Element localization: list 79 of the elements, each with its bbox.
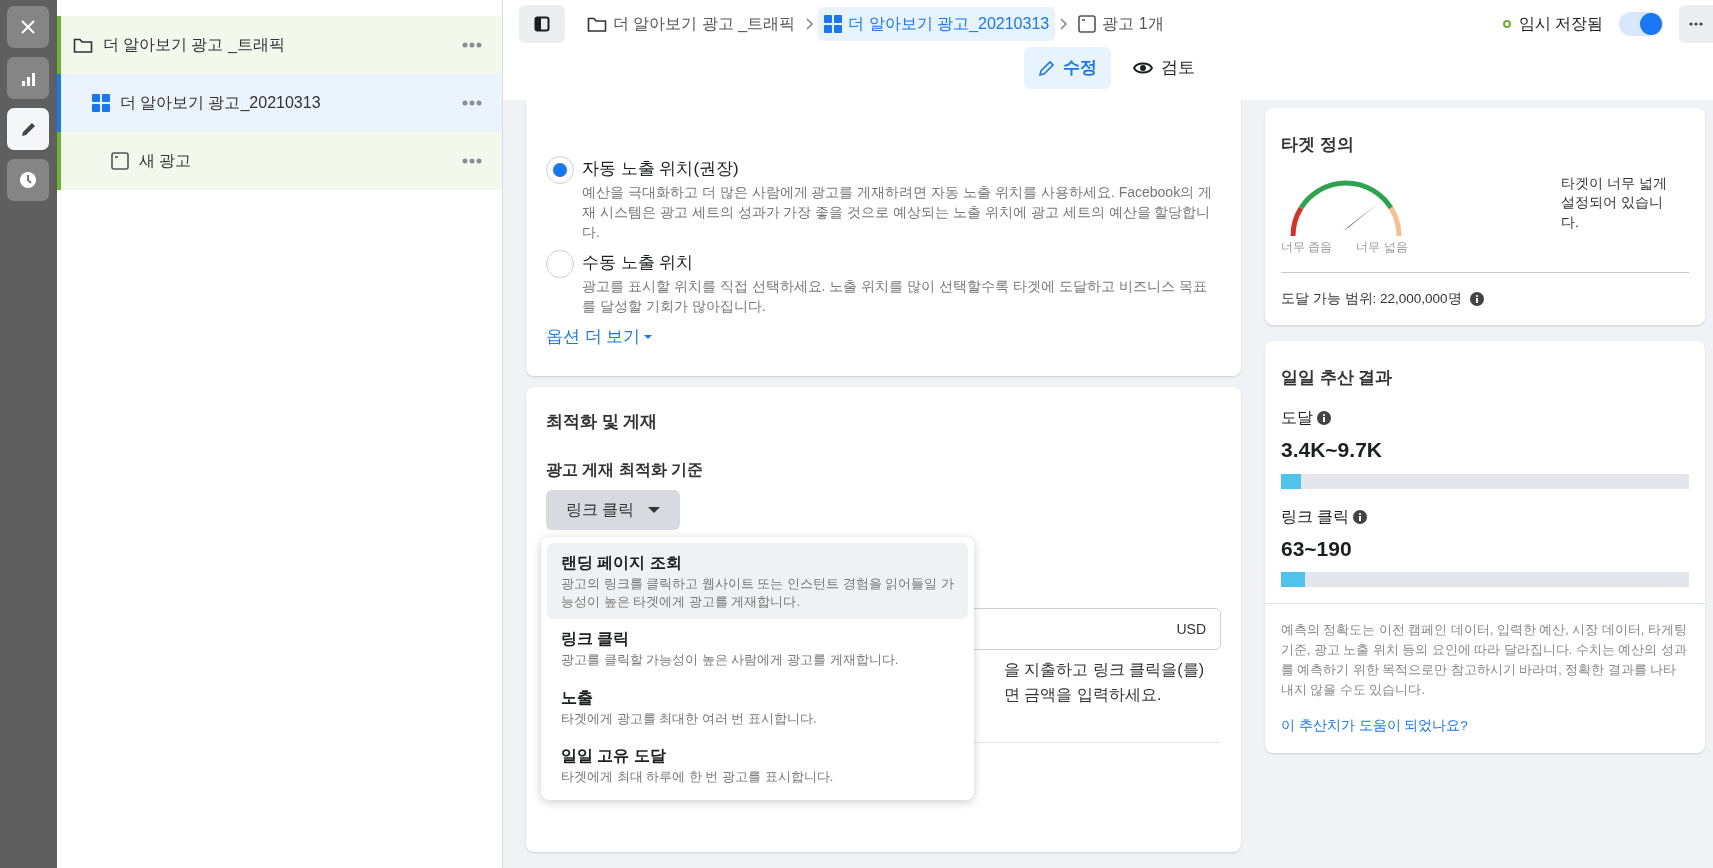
chevron-icon — [1059, 17, 1069, 31]
option-label: 자동 노출 위치(권장) — [582, 158, 740, 180]
metric-label: 도달 — [1281, 408, 1313, 429]
rail-button[interactable] — [7, 6, 50, 48]
menu-item-description: 광고의 링크를 클릭하고 웹사이트 또는 인스턴트 경험을 읽어들일 가능성이 높은 타겟에게 광고를 게재합니다. — [561, 575, 954, 612]
disclaimer-text: 예측의 정확도는 이전 캠페인 데이터, 입력한 예산, 시장 데이터, 타게팅 기준, 광고 노출 위치 등의 요인에 따라 달라집니다. 수치는 예산의 성과를 예측하기 위한 목적으로만 참고하시기 바라며, 정확한 결과를 나타내지 않을 수도 있습니다. — [1281, 622, 1688, 700]
tree-item-label: 새 광고 — [138, 151, 191, 171]
breadcrumb-link[interactable]: 광고 1개 — [1072, 7, 1170, 41]
ad-icon — [110, 152, 129, 170]
rail-button[interactable] — [7, 57, 50, 99]
folder-icon — [72, 36, 93, 54]
mode-tab[interactable]: 검토 — [1118, 47, 1209, 89]
reach-text: 도달 가능 범위: 22,000,000명 — [1281, 289, 1462, 308]
hint-text: 을 지출하고 링크 클릭을(를) — [1004, 660, 1205, 681]
info-icon — [1469, 291, 1484, 306]
sidebar-icon — [534, 16, 550, 32]
menu-item-label: 링크 클릭 — [561, 629, 631, 650]
breadcrumb-link[interactable]: 더 알아보기 광고 _트래픽 — [581, 7, 802, 41]
tree-item[interactable]: 더 알아보기 광고_20210313 — [56, 74, 502, 132]
menu-item[interactable]: 노출 타겟에게 광고를 최대한 여러 번 표시합니다. — [547, 677, 968, 736]
grid-icon — [91, 94, 110, 112]
radio-button[interactable] — [546, 250, 574, 279]
breadcrumb-link[interactable]: 더 알아보기 광고_20210313 — [818, 7, 1056, 41]
more-icon[interactable] — [462, 158, 482, 164]
chevron-icon — [805, 17, 815, 31]
card-title: 일일 추산 결과 — [1281, 366, 1394, 389]
tree-item-label: 더 알아보기 광고 _트래픽 — [102, 35, 285, 55]
info-icon — [1353, 509, 1368, 524]
sidebar-toggle-button[interactable] — [519, 5, 565, 43]
eye-icon — [1132, 60, 1153, 75]
rail-button[interactable] — [7, 159, 50, 201]
menu-item[interactable]: 링크 클릭 광고를 클릭할 가능성이 높은 사람에게 광고를 게재합니다. — [547, 619, 968, 678]
grid-icon — [824, 15, 843, 33]
caret-icon — [648, 507, 661, 514]
dropdown-button[interactable]: 링크 클릭 — [546, 490, 681, 531]
radio-button[interactable] — [546, 156, 574, 184]
hint-text: 면 금액을 입력하세요. — [1004, 685, 1163, 706]
toggle-switch[interactable] — [1619, 12, 1663, 36]
gauge-needle — [1343, 202, 1379, 231]
menu-item-label: 노출 — [561, 687, 594, 708]
mode-tab[interactable]: 수정 — [1023, 47, 1111, 89]
status-dot-icon — [1502, 20, 1511, 28]
tree-item[interactable]: 더 알아보기 광고 _트래픽 — [56, 16, 502, 74]
audience-message: 타겟이 너무 넓게 설정되어 있습니다. — [1561, 173, 1668, 232]
more-icon[interactable] — [462, 100, 482, 106]
option-label: 수동 노출 위치 — [582, 252, 695, 275]
pencil-icon — [19, 120, 37, 138]
ad-icon — [1078, 15, 1097, 33]
metric-value: 3.4K~9.7K — [1281, 437, 1383, 464]
feedback-link[interactable]: 이 추산치가 도움이 되었나요? — [1281, 716, 1468, 737]
save-status: 임시 저장됨 — [1518, 14, 1603, 34]
field-label: 광고 게재 최적화 기준 — [546, 460, 705, 481]
clock-icon — [19, 171, 38, 189]
tree-item[interactable]: 새 광고 — [56, 132, 502, 190]
menu-item-label: 일일 고유 도달 — [561, 745, 667, 766]
tree-item-label: 더 알아보기 광고_20210313 — [119, 93, 321, 113]
gauge-label: 너무 좁음 — [1281, 238, 1333, 256]
menu-item-description: 광고를 클릭할 가능성이 높은 사람에게 광고를 게재합니다. — [561, 651, 900, 670]
more-icon[interactable] — [462, 42, 482, 48]
menu-item-description: 타겟에게 광고를 최대한 여러 번 표시합니다. — [561, 709, 818, 728]
menu-item-description: 타겟에게 최대 하루에 한 번 광고를 표시합니다. — [561, 767, 835, 786]
section-title: 최적화 및 게재 — [546, 411, 659, 433]
folder-icon — [587, 15, 607, 33]
rail-button[interactable] — [7, 108, 50, 150]
menu-item[interactable]: 랜딩 페이지 조회 광고의 링크를 클릭하고 웹사이트 또는 인스턴트 경험을 읽어들일 가능성이 높은 타겟에게 광고를 게재합니다. — [547, 543, 968, 620]
metric-label: 링크 클릭 — [1281, 506, 1350, 527]
metric-value: 63~190 — [1281, 535, 1353, 562]
close-icon — [19, 18, 38, 36]
more-options-link[interactable]: 옵션 더 보기 — [546, 324, 653, 350]
card-title: 타겟 정의 — [1281, 134, 1355, 156]
info-icon — [1317, 411, 1331, 426]
option-description: 광고를 표시할 위치를 직접 선택하세요. 노출 위치를 많이 선택할수록 타겟에 도달하고 비즈니스 목표를 달성할 기회가 많아집니다. — [582, 276, 1208, 317]
gauge-label: 너무 넓음 — [1356, 238, 1408, 256]
more-icon — [1689, 22, 1703, 26]
option-description: 예산을 극대화하고 더 많은 사람에게 광고를 게재하려면 자동 노출 위치를 사용하세요. Facebook의 게재 시스템은 광고 세트의 성과가 가장 좋을 것으로 예상되는 노출 위치에 광고 세트의 예산을 할당합니다. — [582, 182, 1214, 243]
menu-item-label: 랜딩 페이지 조회 — [561, 553, 683, 573]
caret-icon — [644, 335, 653, 340]
menu-item[interactable]: 일일 고유 도달 타겟에게 최대 하루에 한 번 광고를 표시합니다. — [547, 735, 968, 794]
pencil-icon — [1037, 58, 1055, 77]
